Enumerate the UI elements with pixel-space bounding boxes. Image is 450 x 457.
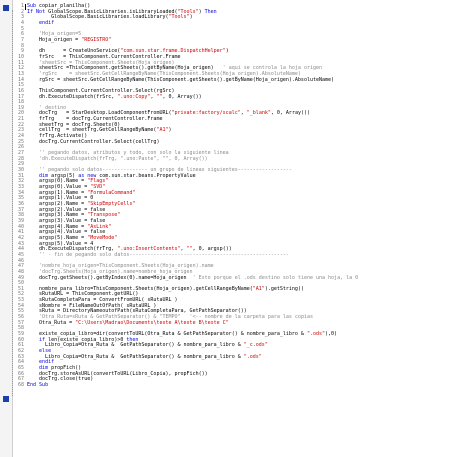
code-line[interactable]: 68 End Sub [14,381,450,389]
breakpoint-marker-end[interactable] [3,396,9,402]
fold-guide [12,10,13,396]
code-lines[interactable]: 1 Sub copiar_planilha() 2 If Not GlobalScop… [14,3,450,389]
breakpoint-marker-start[interactable] [3,5,9,11]
code-editor[interactable]: 1 Sub copiar_planilha() 2 If Not GlobalScop… [0,0,450,457]
code-text: End Sub [27,381,49,388]
line-number: 68 [17,381,24,388]
